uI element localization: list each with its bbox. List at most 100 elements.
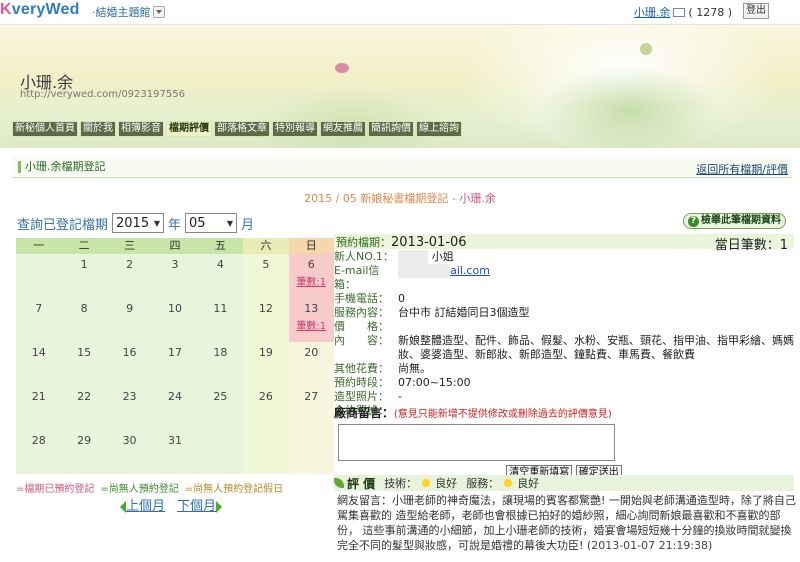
day-number: 23 <box>122 390 137 403</box>
next-month-button[interactable]: 下個月 <box>177 495 223 514</box>
weekday-label: 二 <box>61 238 107 254</box>
site-logo[interactable]: KveryWed <box>0 1 80 19</box>
weekday-label: 三 <box>106 238 153 254</box>
vendor-comment: 廠商留言：(意見只能新增不提供修改或刪除過去的評價意見) 清空重新填寫 確定送出 <box>334 404 794 481</box>
banner-foliage <box>540 65 720 148</box>
user-name-link[interactable]: 小珊.余 <box>634 6 671 19</box>
calendar-day[interactable]: 8 <box>61 298 106 342</box>
calendar-day[interactable]: 12 <box>243 298 289 342</box>
email-row: E-mail信箱： xxxxxxxxail.com <box>334 264 490 291</box>
nav-item[interactable]: 相簿影音 <box>118 121 164 137</box>
weekday-label: 日 <box>288 238 334 254</box>
legend-booked: =檔期已預約登記 <box>16 484 95 495</box>
calendar-day[interactable]: 14 <box>16 342 61 386</box>
email-link[interactable]: ail.com <box>450 264 490 277</box>
nav-item[interactable]: 新秘個人首頁 <box>12 121 78 137</box>
comment-textarea[interactable] <box>338 424 615 461</box>
day-number: 17 <box>167 346 182 359</box>
day-number: 15 <box>77 346 92 359</box>
calendar-day[interactable]: 11 <box>198 298 243 342</box>
calendar-day[interactable]: 16 <box>107 342 152 386</box>
day-number: 18 <box>213 346 228 359</box>
nav-item[interactable]: 部落格文章 <box>214 121 270 137</box>
calendar-day[interactable]: 18 <box>198 342 243 386</box>
report-booking-button[interactable]: ? 檢舉此筆檔期資料 <box>683 213 786 229</box>
day-number: 16 <box>122 346 137 359</box>
calendar-day[interactable]: 15 <box>61 342 106 386</box>
calendar-empty-cell <box>288 430 334 474</box>
day-number: 27 <box>304 390 319 403</box>
calendar-day[interactable]: 31 <box>152 430 197 474</box>
day-number: 12 <box>258 302 273 315</box>
section-title: 小珊.余檔期登記 <box>18 161 106 173</box>
section-header: 小珊.余檔期登記 返回所有檔期/評價 <box>12 157 792 178</box>
butterfly-icon <box>640 43 652 55</box>
chevron-down-icon: ▼ <box>226 218 234 228</box>
calendar-day[interactable]: 10 <box>152 298 197 342</box>
day-number: 5 <box>262 258 270 271</box>
day-number: 6 <box>307 258 315 271</box>
prev-month-button[interactable]: 上個月 <box>120 495 165 514</box>
butterfly-icon <box>335 63 349 73</box>
year-select[interactable]: 2015 ▼ <box>112 213 165 233</box>
calendar-day[interactable]: 3 <box>152 254 197 298</box>
calendar-empty-cell <box>198 430 243 474</box>
leaf-icon <box>334 478 344 488</box>
calendar-day[interactable]: 28 <box>16 430 61 474</box>
question-icon: ? <box>688 216 699 227</box>
calendar-day[interactable]: 5 <box>243 254 289 298</box>
calendar-legend: =檔期已預約登記 =尚無人預約登記 =尚無人預約登記假日 <box>16 480 283 495</box>
calendar-day[interactable]: 30 <box>107 430 152 474</box>
weekday-label: 六 <box>243 238 289 254</box>
back-to-all-link[interactable]: 返回所有檔期/評價 <box>696 161 788 177</box>
day-number: 24 <box>167 390 182 403</box>
calendar-empty-cell <box>243 430 289 474</box>
weekday-label: 四 <box>152 238 198 254</box>
nav-item[interactable]: 特別報導 <box>272 121 318 137</box>
calendar-day[interactable]: 1 <box>61 254 106 298</box>
calendar-day[interactable]: 25 <box>198 386 243 430</box>
calendar-day[interactable]: 6 筆數:1 <box>288 254 334 298</box>
nav-item[interactable]: 簡訊詢價 <box>368 121 414 137</box>
calendar-day[interactable]: 2 <box>107 254 152 298</box>
theme-hall-dropdown[interactable]: ·結婚主題館 <box>92 4 165 20</box>
calendar-day[interactable]: 21 <box>16 386 61 430</box>
day-number: 14 <box>31 346 46 359</box>
calendar-day[interactable]: 19 <box>243 342 289 386</box>
day-number: 13 <box>304 302 319 315</box>
calendar-day[interactable]: 7 <box>16 298 61 342</box>
nav-item[interactable]: 檔期評價 <box>166 121 212 137</box>
calendar-day[interactable]: 9 <box>107 298 152 342</box>
photo-row: 造型照片： - <box>334 390 402 403</box>
profile-url: http://verywed.com/0923197556 <box>20 89 185 100</box>
calendar-day[interactable]: 27 <box>288 386 334 430</box>
prev-month-link[interactable]: 上個月 <box>126 499 165 514</box>
next-month-link[interactable]: 下個月 <box>177 499 216 514</box>
calendar-day[interactable]: 24 <box>152 386 197 430</box>
month-select[interactable]: 05 ▼ <box>185 213 238 233</box>
day-number: 28 <box>31 434 46 447</box>
calendar-day[interactable]: 13 筆數:1 <box>288 298 334 342</box>
sun-icon <box>502 477 515 489</box>
booking-count-link[interactable]: 筆數:1 <box>289 317 334 332</box>
mail-icon[interactable] <box>673 8 686 17</box>
logout-button[interactable]: 登出 <box>743 3 769 19</box>
phone-row: 手機電話： 0 <box>334 292 405 305</box>
nav-item[interactable]: 關於我 <box>80 121 116 137</box>
calendar-day[interactable]: 20 <box>288 342 334 386</box>
comment-warning: (意見只能新增不提供修改或刪除過去的評價意見) <box>394 409 612 420</box>
day-number: 21 <box>31 390 46 403</box>
day-number: 31 <box>167 434 182 447</box>
calendar-day[interactable]: 4 <box>198 254 243 298</box>
nav-item[interactable]: 線上諮詢 <box>416 121 462 137</box>
calendar-day[interactable]: 26 <box>243 386 289 430</box>
legend-free: =尚無人預約登記 <box>100 484 179 495</box>
banner-foliage <box>250 85 450 148</box>
service-rating: 良好 <box>517 477 540 490</box>
nav-item[interactable]: 網友推薦 <box>320 121 366 137</box>
calendar-day[interactable]: 29 <box>61 430 106 474</box>
booking-count-link[interactable]: 筆數:1 <box>289 273 334 288</box>
calendar-day[interactable]: 23 <box>107 386 152 430</box>
calendar-day[interactable]: 17 <box>152 342 197 386</box>
calendar-day[interactable]: 22 <box>61 386 106 430</box>
